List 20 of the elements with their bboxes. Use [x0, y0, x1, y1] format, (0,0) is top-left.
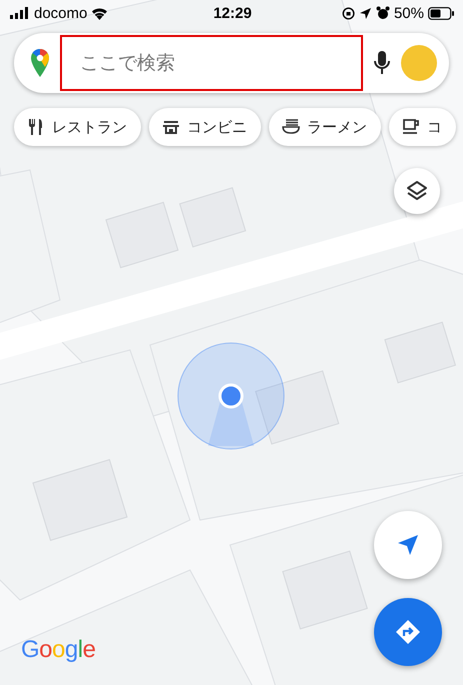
wifi-icon [91, 6, 108, 20]
cup-icon [401, 117, 421, 137]
clock-time: 12:29 [213, 4, 252, 22]
microphone-icon[interactable] [373, 50, 391, 76]
navigation-arrow-icon [397, 534, 419, 556]
layers-icon [406, 180, 428, 202]
bowl-icon [281, 117, 301, 137]
directions-icon [395, 619, 421, 645]
battery-icon [428, 6, 455, 20]
battery-percent: 50% [394, 4, 424, 22]
map-pin-icon [30, 48, 50, 78]
rotation-lock-icon [342, 6, 355, 20]
category-chip[interactable]: ラーメン [269, 108, 381, 146]
carrier-name: docomo [34, 4, 88, 22]
search-field[interactable]: ここで検索 [60, 35, 363, 91]
category-chip[interactable]: レストラン [14, 108, 141, 146]
signal-icon [10, 7, 30, 19]
location-arrow-icon [358, 6, 372, 20]
category-chip[interactable]: コンビニ [149, 108, 261, 146]
google-logo: Google [21, 636, 96, 664]
